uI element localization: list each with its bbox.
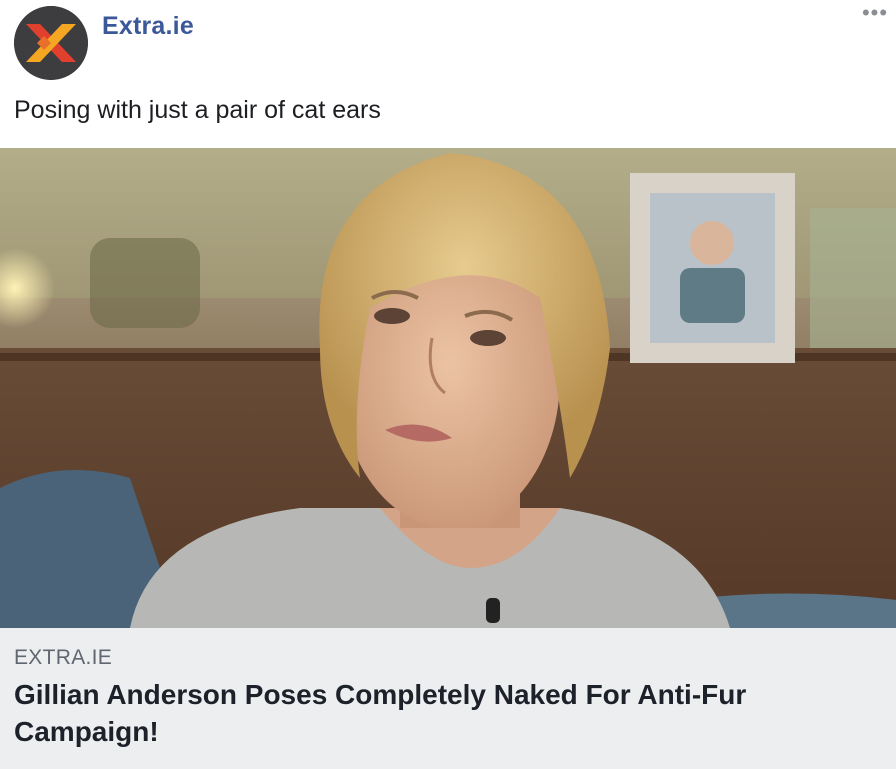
link-headline[interactable]: Gillian Anderson Poses Completely Naked … [14, 676, 874, 750]
post-text: Posing with just a pair of cat ears [14, 96, 381, 124]
page-name-link[interactable]: Extra.ie [102, 12, 194, 41]
post-header: Extra.ie ••• Posing with just a pair of … [0, 0, 896, 148]
extra-ie-logo-icon [14, 6, 88, 80]
page-avatar[interactable] [14, 6, 88, 80]
link-preview-card[interactable]: EXTRA.IE Gillian Anderson Poses Complete… [0, 628, 896, 769]
interview-photo [0, 148, 896, 628]
link-preview-image[interactable] [0, 148, 896, 628]
link-domain: EXTRA.IE [14, 646, 113, 669]
more-options-icon[interactable]: ••• [858, 2, 892, 28]
